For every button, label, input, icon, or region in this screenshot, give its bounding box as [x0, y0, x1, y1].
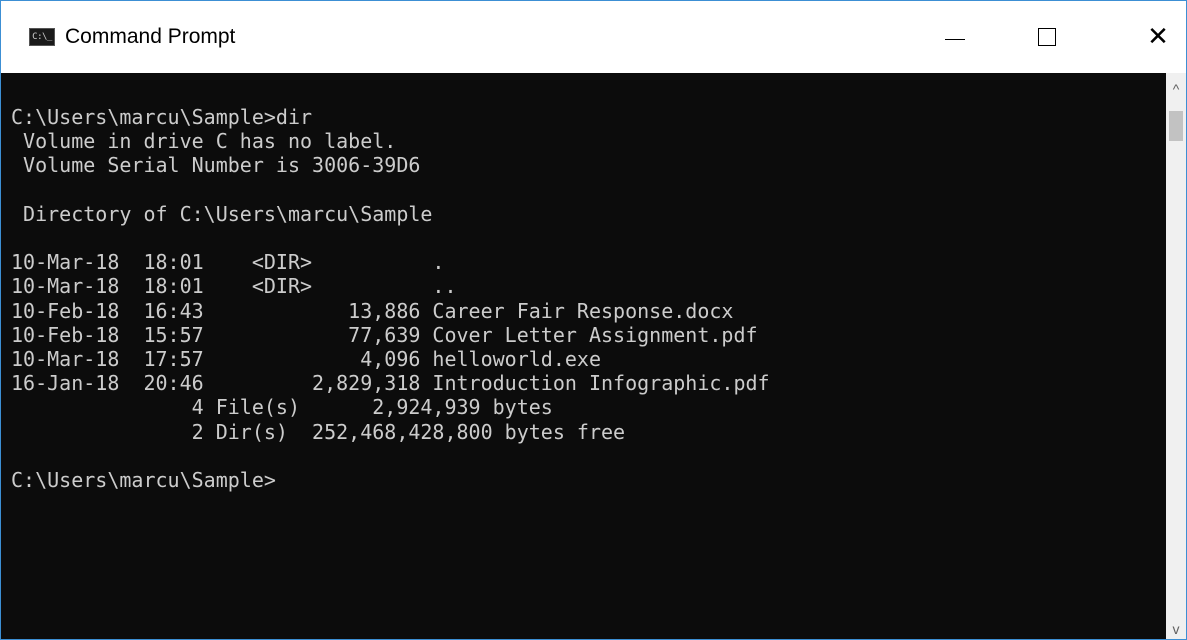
console-line: 10-Mar-18 17:57 4,096 helloworld.exe: [11, 347, 602, 372]
minimize-icon: [945, 38, 965, 40]
console-line: 4 File(s) 2,924,939 bytes: [11, 395, 553, 420]
scroll-up-arrow-icon[interactable]: ^: [1166, 79, 1186, 99]
maximize-icon: [1038, 28, 1056, 46]
console-line: 10-Mar-18 18:01 <DIR> .: [11, 250, 445, 275]
console-output-area[interactable]: C:\Users\marcu\Sample>dir Volume in driv…: [1, 73, 1168, 639]
console-prompt-line: C:\Users\marcu\Sample>: [11, 468, 276, 493]
console-text: C:\Users\marcu\Sample>dir Volume in driv…: [1, 73, 1168, 492]
console-line: Directory of C:\Users\marcu\Sample: [11, 201, 433, 226]
maximize-button[interactable]: [1012, 1, 1082, 73]
title-bar[interactable]: C:\_ Command Prompt ✕: [1, 1, 1186, 73]
console-line: 2 Dir(s) 252,468,428,800 bytes free: [11, 419, 626, 444]
close-button[interactable]: ✕: [1130, 1, 1186, 73]
scrollbar-thumb[interactable]: [1169, 111, 1183, 141]
cmd-icon-glyph: C:\_: [32, 31, 52, 42]
console-line: 16-Jan-18 20:46 2,829,318 Introduction I…: [11, 371, 770, 396]
cmd-icon[interactable]: C:\_: [29, 28, 55, 46]
scroll-down-arrow-icon[interactable]: v: [1166, 619, 1186, 639]
console-line: Volume in drive C has no label.: [11, 129, 397, 154]
console-line: 10-Mar-18 18:01 <DIR> ..: [11, 274, 457, 299]
console-line: 10-Feb-18 15:57 77,639 Cover Letter Assi…: [11, 322, 758, 347]
console-line: Volume Serial Number is 3006-39D6: [11, 153, 421, 178]
command-prompt-window: C:\_ Command Prompt ✕ C:\Users\marcu\Sam…: [0, 0, 1187, 640]
close-icon: ✕: [1147, 22, 1169, 52]
minimize-button[interactable]: [920, 1, 990, 73]
console-line: 10-Feb-18 16:43 13,886 Career Fair Respo…: [11, 298, 734, 323]
console-line: C:\Users\marcu\Sample>dir: [11, 105, 313, 129]
window-title: Command Prompt: [65, 25, 236, 48]
vertical-scrollbar[interactable]: ^ v: [1166, 73, 1186, 639]
